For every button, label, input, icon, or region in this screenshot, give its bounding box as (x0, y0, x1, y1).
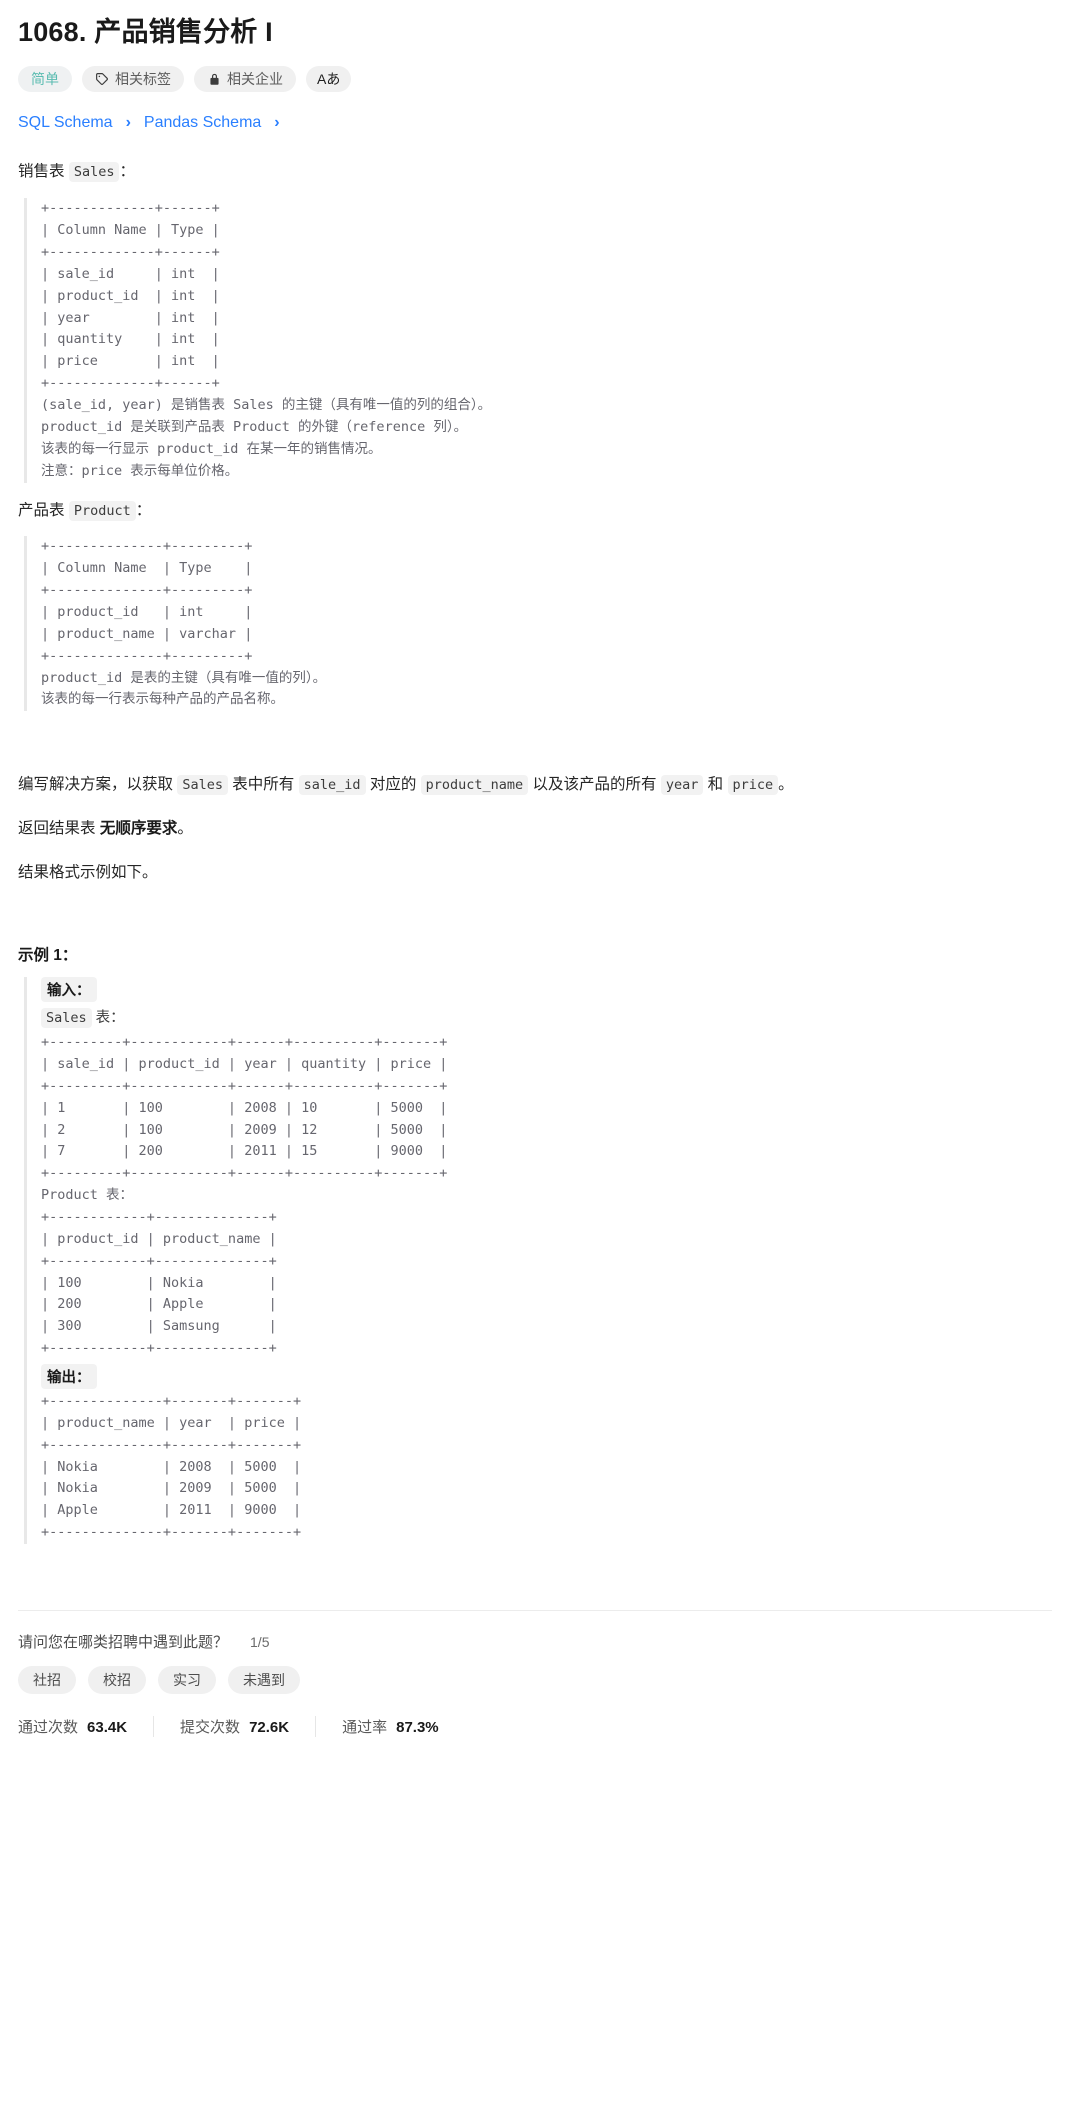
poll-option-weiyudao[interactable]: 未遇到 (228, 1666, 300, 1695)
stat-accepted-value: 63.4K (87, 1719, 128, 1737)
example-heading: 示例 1： (18, 946, 78, 964)
related-tags-label: 相关标签 (115, 71, 171, 88)
sales-table-caption: Sales 表： (41, 1007, 1052, 1030)
related-companies-pill[interactable]: 相关企业 (194, 66, 296, 93)
sales-notes: (sale_id, year) 是销售表 Sales 的主键（具有唯一值的列的组… (41, 397, 492, 479)
sales-ascii-table: +-------------+------+ | Column Name | T… (41, 200, 220, 392)
stat-accepted-label: 通过次数 (18, 1719, 79, 1737)
output-label: 输出： (41, 1364, 97, 1390)
product-notes: product_id 是表的主键（具有唯一值的列）。 该表的每一行表示每种产品的… (41, 669, 327, 708)
stat-acceptance-rate-label: 通过率 (342, 1719, 388, 1737)
statement-line-1: 编写解决方案，以获取 Sales 表中所有 sale_id 对应的 produc… (18, 771, 1052, 799)
stat-submissions-label: 提交次数 (180, 1719, 241, 1737)
related-companies-label: 相关企业 (227, 71, 283, 88)
poll-option-shezhao[interactable]: 社招 (18, 1666, 76, 1695)
stat-acceptance-rate: 通过率 87.3% (315, 1716, 465, 1738)
statement-line-3: 结果格式示例如下。 (18, 864, 158, 882)
no-order-required: 无顺序要求 (99, 820, 178, 838)
related-tags-pill[interactable]: 相关标签 (82, 66, 184, 93)
statement-text-c: 对应的 (369, 776, 417, 794)
poll-progress: 1/5 (250, 1634, 270, 1651)
poll-question-row: 请问您在哪类招聘中遇到此题？ 1/5 (18, 1631, 1052, 1652)
product-table-code: Product (68, 500, 136, 521)
statement-text-d: 以及该产品的所有 (532, 776, 657, 794)
schema-links: SQL Schema › Pandas Schema › (18, 114, 1052, 132)
problem-page: 1068. 产品销售分析 I 简单 相关标签 相关企业 Aあ SQL Schem… (0, 0, 1070, 1755)
font-size-pill[interactable]: Aあ (306, 66, 352, 93)
statement-line-2: 返回结果表 无顺序要求。 (18, 815, 1052, 843)
page-title: 1068. 产品销售分析 I (18, 17, 273, 47)
return-text-end: 。 (177, 820, 193, 838)
poll-option-shixi[interactable]: 实习 (158, 1666, 216, 1695)
sales-heading: 销售表 Sales： (18, 158, 1052, 186)
font-size-label: Aあ (317, 71, 341, 88)
product-heading-prefix: 产品表 (18, 501, 65, 519)
code-year: year (660, 775, 704, 796)
problem-stats: 通过次数 63.4K 提交次数 72.6K 通过率 87.3% (18, 1716, 1052, 1755)
sales-heading-suffix: ： (119, 163, 135, 181)
code-price: price (727, 775, 779, 796)
statement-text-e: 和 (707, 776, 724, 794)
product-heading: 产品表 Product： (18, 497, 1052, 525)
stat-submissions-value: 72.6K (249, 1719, 290, 1737)
code-product-name: product_name (420, 775, 529, 796)
sql-schema-link[interactable]: SQL Schema (18, 114, 113, 132)
sales-table-code: Sales (68, 162, 120, 183)
footer-divider (18, 1610, 1052, 1612)
product-schema-block: +--------------+---------+ | Column Name… (24, 536, 1052, 712)
problem-meta-pills: 简单 相关标签 相关企业 Aあ (18, 66, 1052, 93)
product-ascii-table: +--------------+---------+ | Column Name… (41, 538, 253, 664)
statement-text-f: 。 (778, 776, 794, 794)
statement-text-a: 编写解决方案，以获取 (18, 776, 174, 794)
chevron-right-icon: › (125, 114, 131, 132)
example-output-ascii: +--------------+-------+-------+ | produ… (41, 1393, 302, 1541)
example-product-caption: Product 表： (41, 1187, 134, 1204)
sales-schema-block: +-------------+------+ | Column Name | T… (24, 198, 1052, 483)
product-heading-suffix: ： (135, 501, 152, 519)
sales-table-suffix: 表： (95, 1009, 125, 1026)
poll-option-xiaozhao[interactable]: 校招 (88, 1666, 146, 1695)
input-label: 输入： (41, 976, 97, 1002)
example-block: 输入： Sales 表： +---------+------------+---… (24, 976, 1052, 1545)
code-sales: Sales (177, 775, 228, 796)
tag-icon (95, 72, 109, 86)
chevron-right-icon-2: › (274, 114, 280, 132)
stat-submissions: 提交次数 72.6K (153, 1716, 315, 1738)
difficulty-pill[interactable]: 简单 (18, 66, 72, 93)
example-product-ascii: +------------+--------------+ | product_… (41, 1209, 277, 1357)
poll-options: 社招 校招 实习 未遇到 (18, 1666, 1052, 1695)
pandas-schema-link[interactable]: Pandas Schema (144, 114, 261, 132)
stat-accepted: 通过次数 63.4K (18, 1716, 153, 1737)
code-sale-id: sale_id (298, 775, 366, 796)
poll-question: 请问您在哪类招聘中遇到此题？ (18, 1634, 229, 1652)
sales-heading-prefix: 销售表 (18, 163, 65, 181)
stat-acceptance-rate-value: 87.3% (396, 1719, 439, 1737)
return-text: 返回结果表 (18, 820, 96, 838)
example-sales-ascii: +---------+------------+------+---------… (41, 1034, 448, 1182)
difficulty-label: 简单 (31, 71, 59, 88)
sales-table-name: Sales (41, 1007, 92, 1028)
statement-text-b: 表中所有 (232, 776, 295, 794)
lock-icon (207, 72, 221, 86)
